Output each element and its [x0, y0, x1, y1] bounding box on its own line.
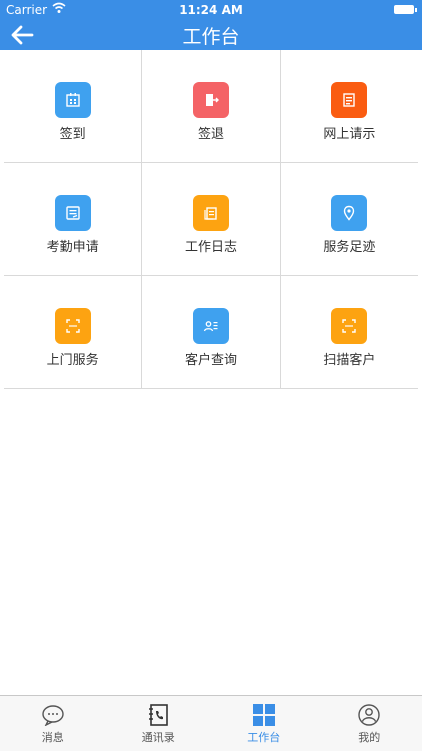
user-profile-icon — [357, 704, 381, 726]
tab-workbench[interactable]: 工作台 — [211, 696, 317, 751]
clock-time: 11:24 AM — [0, 3, 422, 17]
grid-item-attendance-request[interactable]: 考勤申请 — [4, 163, 142, 275]
bottom-tab-bar: 消息 通讯录 工作台 我的 — [0, 695, 422, 751]
exit-door-icon — [193, 82, 229, 118]
grid-item-service-footprint[interactable]: 服务足迹 — [281, 163, 418, 275]
address-book-icon — [146, 704, 170, 726]
chat-bubble-icon — [41, 704, 65, 726]
grid-item-scan-customer[interactable]: 扫描客户 — [281, 276, 418, 388]
tab-messages[interactable]: 消息 — [0, 696, 106, 751]
grid-row: 考勤申请 工作日志 服务足迹 — [4, 163, 418, 276]
scan-frame-icon — [331, 308, 367, 344]
tab-label: 消息 — [0, 729, 106, 745]
grid-item-label: 签退 — [142, 123, 279, 142]
grid-item-label: 签到 — [4, 123, 141, 142]
battery-icon — [394, 5, 414, 14]
location-pin-icon — [331, 195, 367, 231]
grid-item-onsite-service[interactable]: 上门服务 — [4, 276, 142, 388]
workbench-grid: 签到 签退 网上请示 考勤申请 工作日志 — [4, 50, 418, 389]
scan-frame-icon — [55, 308, 91, 344]
grid-item-label: 考勤申请 — [4, 236, 141, 255]
grid-item-label: 扫描客户 — [281, 349, 418, 368]
grid-item-label: 服务足迹 — [281, 236, 418, 255]
page-title: 工作台 — [0, 22, 422, 49]
contact-card-icon — [193, 308, 229, 344]
grid-item-work-log[interactable]: 工作日志 — [142, 163, 280, 275]
document-icon — [331, 82, 367, 118]
grid-item-sign-out[interactable]: 签退 — [142, 50, 280, 162]
grid-item-label: 客户查询 — [142, 349, 279, 368]
grid-item-sign-in[interactable]: 签到 — [4, 50, 142, 162]
log-icon — [193, 195, 229, 231]
tab-label: 工作台 — [211, 729, 317, 745]
grid-item-customer-query[interactable]: 客户查询 — [142, 276, 280, 388]
grid-item-label: 网上请示 — [281, 123, 418, 142]
tab-label: 我的 — [317, 729, 422, 745]
grid-item-label: 工作日志 — [142, 236, 279, 255]
grid-icon — [252, 704, 276, 726]
calendar-icon — [55, 82, 91, 118]
grid-item-online-request[interactable]: 网上请示 — [281, 50, 418, 162]
tab-profile[interactable]: 我的 — [317, 696, 422, 751]
navigation-bar: 工作台 — [0, 20, 422, 50]
grid-item-label: 上门服务 — [4, 349, 141, 368]
tab-contacts[interactable]: 通讯录 — [106, 696, 212, 751]
status-bar: Carrier 11:24 AM — [0, 0, 422, 20]
tab-label: 通讯录 — [106, 729, 212, 745]
edit-form-icon — [55, 195, 91, 231]
grid-row: 上门服务 客户查询 扫描客户 — [4, 276, 418, 389]
grid-row: 签到 签退 网上请示 — [4, 50, 418, 163]
